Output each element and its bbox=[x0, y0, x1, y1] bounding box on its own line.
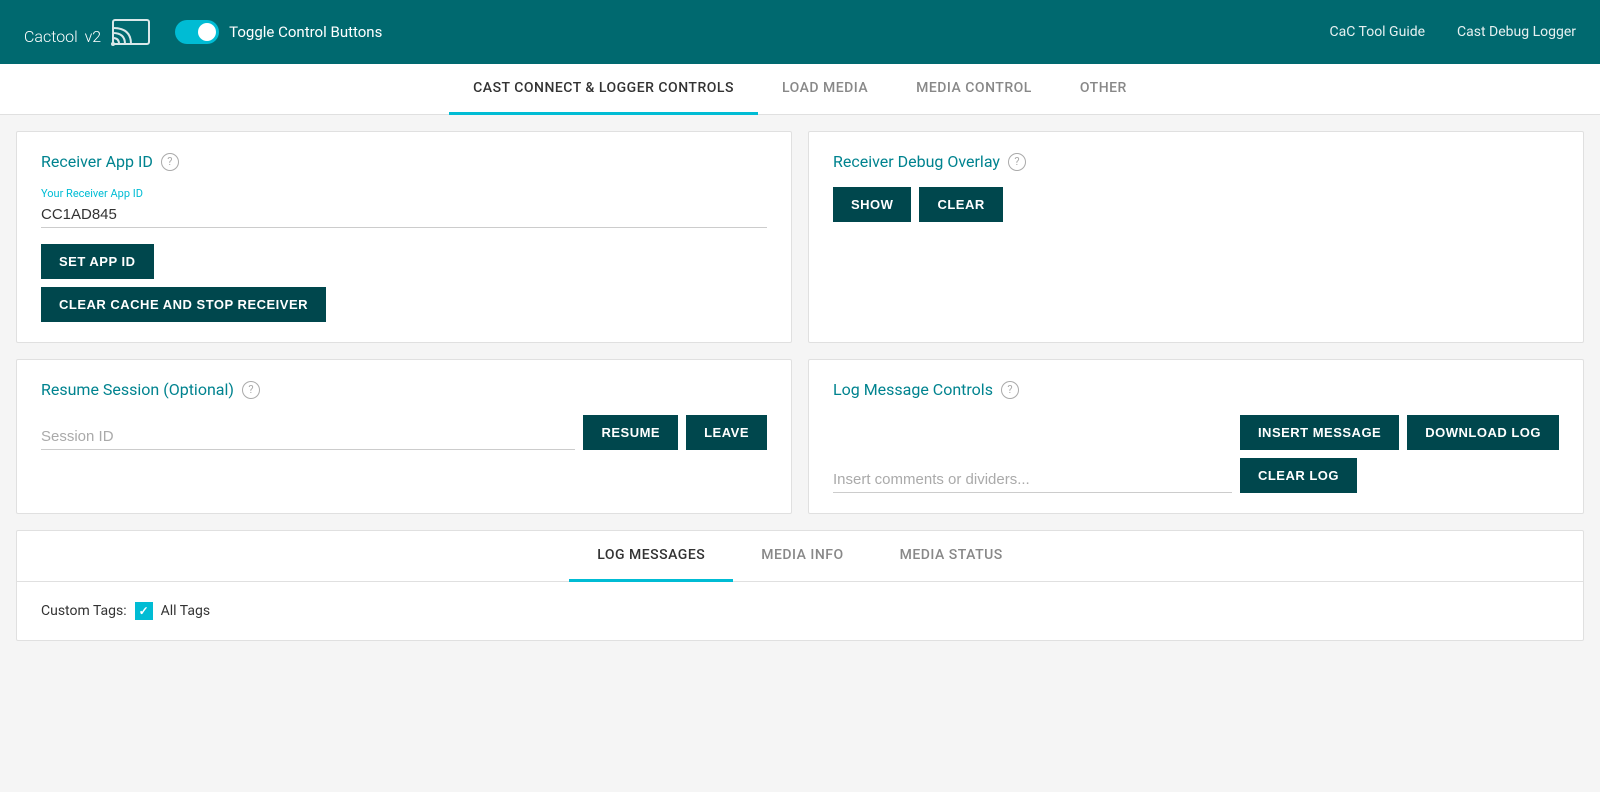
insert-message-button[interactable]: INSERT MESSAGE bbox=[1240, 415, 1399, 450]
app-header: Cactool v2 Toggle Control Buttons CaC To… bbox=[0, 0, 1600, 64]
receiver-app-id-help-icon[interactable]: ? bbox=[161, 153, 179, 171]
tab-other[interactable]: OTHER bbox=[1056, 64, 1151, 115]
show-debug-button[interactable]: SHOW bbox=[833, 187, 911, 222]
logo-text: Cactool v2 bbox=[24, 16, 101, 49]
session-id-input[interactable] bbox=[41, 424, 575, 450]
tab-media-control[interactable]: MEDIA CONTROL bbox=[892, 64, 1056, 115]
receiver-app-id-card: Receiver App ID ? Your Receiver App ID S… bbox=[16, 131, 792, 343]
toggle-label: Toggle Control Buttons bbox=[229, 23, 382, 41]
cards-grid: Receiver App ID ? Your Receiver App ID S… bbox=[16, 131, 1584, 514]
session-input-wrap bbox=[41, 424, 575, 450]
all-tags-checkbox[interactable] bbox=[135, 602, 153, 620]
log-message-controls-title: Log Message Controls ? bbox=[833, 380, 1559, 399]
cac-tool-guide-link[interactable]: CaC Tool Guide bbox=[1330, 24, 1426, 40]
receiver-debug-overlay-title: Receiver Debug Overlay ? bbox=[833, 152, 1559, 171]
receiver-debug-buttons: SHOW CLEAR bbox=[833, 187, 1559, 222]
header-nav: CaC Tool Guide Cast Debug Logger bbox=[1330, 24, 1577, 40]
main-tab-bar: CAST CONNECT & LOGGER CONTROLS LOAD MEDI… bbox=[0, 64, 1600, 115]
log-message-help-icon[interactable]: ? bbox=[1001, 381, 1019, 399]
main-content: Receiver App ID ? Your Receiver App ID S… bbox=[0, 115, 1600, 657]
bottom-tab-log-messages[interactable]: LOG MESSAGES bbox=[569, 531, 733, 582]
bottom-section: LOG MESSAGES MEDIA INFO MEDIA STATUS Cus… bbox=[16, 530, 1584, 641]
receiver-app-id-input[interactable] bbox=[41, 202, 767, 228]
receiver-debug-overlay-card: Receiver Debug Overlay ? SHOW CLEAR bbox=[808, 131, 1584, 343]
set-app-id-button[interactable]: SET APP ID bbox=[41, 244, 154, 279]
all-tags-label: All Tags bbox=[161, 603, 210, 619]
receiver-app-id-label: Your Receiver App ID bbox=[41, 187, 767, 200]
resume-session-help-icon[interactable]: ? bbox=[242, 381, 260, 399]
log-buttons-wrap: INSERT MESSAGE DOWNLOAD LOG CLEAR LOG bbox=[1240, 415, 1559, 493]
resume-session-title: Resume Session (Optional) ? bbox=[41, 380, 767, 399]
log-message-input[interactable] bbox=[833, 467, 1232, 493]
session-row: RESUME LEAVE bbox=[41, 415, 767, 450]
resume-button[interactable]: RESUME bbox=[583, 415, 678, 450]
toggle-control-buttons[interactable]: Toggle Control Buttons bbox=[175, 20, 382, 44]
clear-cache-button[interactable]: CLEAR CACHE AND STOP RECEIVER bbox=[41, 287, 326, 322]
receiver-app-id-buttons: SET APP ID CLEAR CACHE AND STOP RECEIVER bbox=[41, 244, 767, 322]
bottom-tab-media-status[interactable]: MEDIA STATUS bbox=[872, 531, 1031, 582]
clear-debug-button[interactable]: CLEAR bbox=[919, 187, 1002, 222]
log-controls-row: INSERT MESSAGE DOWNLOAD LOG CLEAR LOG bbox=[833, 415, 1559, 493]
clear-log-button[interactable]: CLEAR LOG bbox=[1240, 458, 1357, 493]
log-input-wrap bbox=[833, 467, 1232, 493]
bottom-tab-bar: LOG MESSAGES MEDIA INFO MEDIA STATUS bbox=[17, 531, 1583, 582]
cast-debug-logger-link[interactable]: Cast Debug Logger bbox=[1457, 24, 1576, 40]
leave-button[interactable]: LEAVE bbox=[686, 415, 767, 450]
receiver-debug-help-icon[interactable]: ? bbox=[1008, 153, 1026, 171]
receiver-app-id-input-wrap: Your Receiver App ID bbox=[41, 187, 767, 228]
log-message-controls-card: Log Message Controls ? INSERT MESSAGE DO… bbox=[808, 359, 1584, 514]
tab-load-media[interactable]: LOAD MEDIA bbox=[758, 64, 892, 115]
resume-session-card: Resume Session (Optional) ? RESUME LEAVE bbox=[16, 359, 792, 514]
logo: Cactool v2 bbox=[24, 16, 151, 49]
download-log-button[interactable]: DOWNLOAD LOG bbox=[1407, 415, 1559, 450]
cast-icon bbox=[111, 16, 151, 48]
toggle-switch[interactable] bbox=[175, 20, 219, 44]
receiver-app-id-title: Receiver App ID ? bbox=[41, 152, 767, 171]
bottom-content: Custom Tags: All Tags bbox=[17, 582, 1583, 640]
tab-cast-connect[interactable]: CAST CONNECT & LOGGER CONTROLS bbox=[449, 64, 758, 115]
custom-tags-label: Custom Tags: bbox=[41, 603, 127, 619]
bottom-tab-media-info[interactable]: MEDIA INFO bbox=[733, 531, 871, 582]
log-btn-top-row: INSERT MESSAGE DOWNLOAD LOG bbox=[1240, 415, 1559, 450]
custom-tags-row: Custom Tags: All Tags bbox=[41, 602, 1559, 620]
